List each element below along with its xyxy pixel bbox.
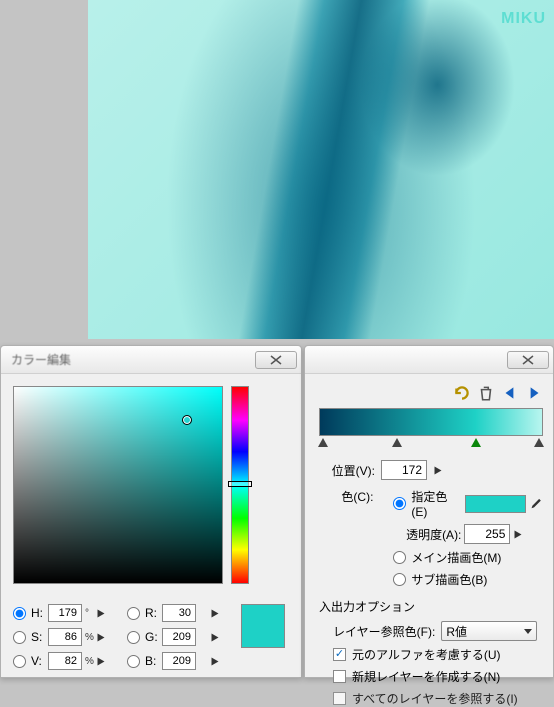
rgb-column: R: 30 G: 209 B: 209: [127, 604, 219, 670]
g-label: G:: [145, 630, 159, 644]
s-label: S:: [31, 630, 45, 644]
gradient-toolbar: [319, 384, 543, 402]
b-input[interactable]: 209: [162, 652, 196, 670]
gradient-panel: 位置(V): 172 色(C): 指定色(E) 透明度(A): 255: [304, 345, 554, 678]
r-spinner[interactable]: [212, 609, 219, 617]
layer-ref-select[interactable]: R値: [441, 621, 537, 641]
r-input[interactable]: 30: [162, 604, 196, 622]
v-unit: %: [85, 656, 93, 667]
g-input[interactable]: 209: [162, 628, 196, 646]
trash-icon[interactable]: [477, 384, 495, 402]
keep-alpha-checkbox[interactable]: [333, 648, 346, 661]
keep-alpha-label: 元のアルファを考慮する(U): [352, 646, 501, 663]
opacity-input[interactable]: 255: [464, 524, 510, 544]
close-icon: [521, 355, 535, 365]
arrow-left-icon[interactable]: [501, 384, 519, 402]
layer-ref-label: レイヤー参照色(F):: [333, 623, 435, 640]
g-spinner[interactable]: [212, 633, 219, 641]
s-input[interactable]: 86: [48, 628, 82, 646]
chevron-down-icon: [524, 629, 532, 634]
sv-cursor[interactable]: [182, 415, 192, 425]
close-icon: [269, 355, 283, 365]
artwork-label: MIKU: [501, 10, 546, 28]
close-button[interactable]: [507, 351, 549, 369]
gradient-stop[interactable]: [392, 438, 402, 447]
mode-b-radio[interactable]: [127, 655, 140, 668]
artwork-canvas[interactable]: MIKU: [88, 0, 554, 339]
grad-titlebar[interactable]: [305, 346, 553, 374]
gradient-stop[interactable]: [534, 438, 544, 447]
color-specified-radio[interactable]: [393, 497, 406, 510]
v-label: V:: [31, 654, 45, 668]
io-section-title: 入出力オプション: [319, 598, 543, 615]
hue-slider[interactable]: [231, 386, 249, 584]
s-unit: %: [85, 632, 93, 643]
canvas-area: MIKU: [0, 0, 554, 345]
picker-titlebar[interactable]: カラー編集: [1, 346, 301, 374]
layer-ref-value: R値: [446, 623, 467, 640]
color-main-label: メイン描画色(M): [411, 549, 501, 566]
h-unit: °: [85, 608, 93, 619]
mode-g-radio[interactable]: [127, 631, 140, 644]
gradient-bar[interactable]: [319, 408, 543, 436]
color-main-radio[interactable]: [393, 551, 406, 564]
ref-all-label: すべてのレイヤーを参照する(I): [352, 690, 518, 707]
h-spinner[interactable]: [98, 609, 105, 617]
position-input[interactable]: 172: [381, 460, 427, 480]
color-specified-label: 指定色(E): [411, 488, 461, 519]
sv-picker[interactable]: [13, 386, 223, 584]
color-sub-label: サブ描画色(B): [411, 571, 487, 588]
color-sub-radio[interactable]: [393, 573, 406, 586]
h-input[interactable]: 179: [48, 604, 82, 622]
v-spinner[interactable]: [98, 657, 105, 665]
h-label: H:: [31, 606, 45, 620]
mode-s-radio[interactable]: [13, 631, 26, 644]
undo-icon[interactable]: [453, 384, 471, 402]
b-spinner[interactable]: [212, 657, 219, 665]
gradient-stop-active[interactable]: [471, 438, 481, 447]
close-button[interactable]: [255, 351, 297, 369]
v-input[interactable]: 82: [48, 652, 82, 670]
gradient-stops[interactable]: [319, 438, 543, 452]
b-label: B:: [145, 654, 159, 668]
ref-all-checkbox[interactable]: [333, 692, 346, 705]
new-layer-label: 新規レイヤーを作成する(N): [352, 668, 500, 685]
mode-v-radio[interactable]: [13, 655, 26, 668]
position-label: 位置(V):: [319, 462, 375, 479]
hue-cursor[interactable]: [228, 481, 252, 487]
opacity-spinner[interactable]: [515, 530, 522, 538]
mode-h-radio[interactable]: [13, 607, 26, 620]
s-spinner[interactable]: [98, 633, 105, 641]
hsv-column: H: 179 ° S: 86 % V: 82 %: [13, 604, 105, 670]
mode-r-radio[interactable]: [127, 607, 140, 620]
color-label: 色(C):: [319, 488, 373, 505]
eyedropper-icon[interactable]: [529, 497, 543, 511]
gradient-stop[interactable]: [318, 438, 328, 447]
specified-color-chip[interactable]: [465, 495, 527, 513]
picker-title: カラー編集: [5, 351, 71, 368]
arrow-right-icon[interactable]: [525, 384, 543, 402]
position-spinner[interactable]: [435, 466, 442, 474]
opacity-label: 透明度(A):: [393, 526, 461, 543]
r-label: R:: [145, 606, 159, 620]
current-color-swatch: [241, 604, 285, 648]
new-layer-checkbox[interactable]: [333, 670, 346, 683]
color-picker-panel: カラー編集 H: 179 ° S: 86 %: [0, 345, 302, 678]
